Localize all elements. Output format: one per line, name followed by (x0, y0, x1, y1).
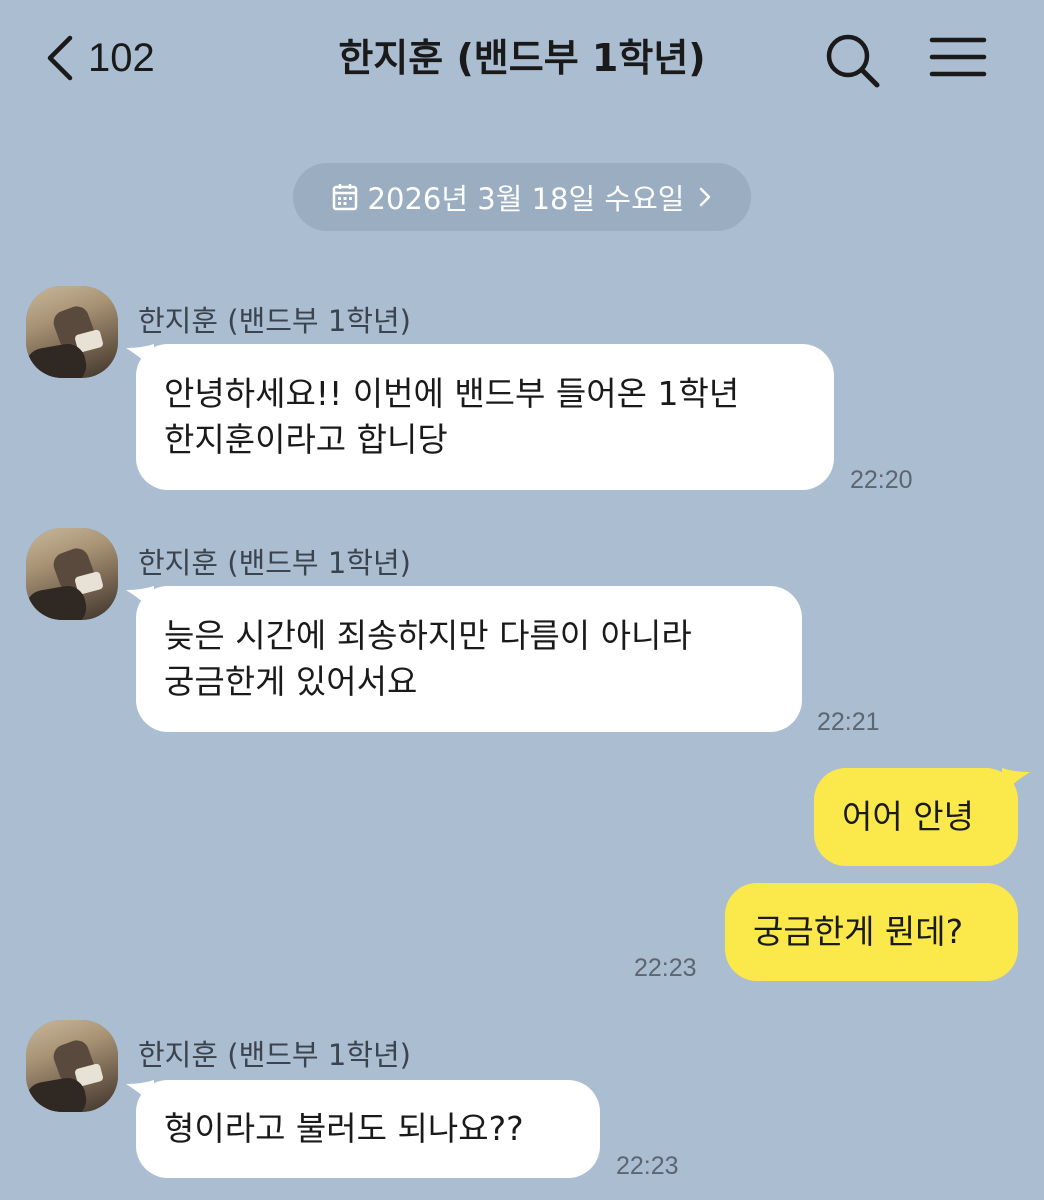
unread-count: 102 (88, 35, 155, 80)
chat-title: 한지훈 (밴드부 1학년) (338, 36, 706, 80)
chevron-right-icon (700, 187, 711, 207)
search-icon (826, 34, 880, 88)
sender-name: 한지훈 (밴드부 1학년) (138, 546, 411, 580)
date-label: 2026년 3월 18일 수요일 (367, 182, 685, 216)
chevron-left-icon (47, 35, 73, 81)
message-line: 한지훈이라고 합니당 (164, 420, 448, 459)
message-bubble-incoming[interactable]: 형이라고 불러도 되나요?? (136, 1080, 600, 1178)
message-line: 형이라고 불러도 되나요?? (164, 1109, 524, 1148)
sender-name: 한지훈 (밴드부 1학년) (138, 304, 411, 338)
avatar[interactable] (26, 1020, 118, 1112)
search-button[interactable] (822, 30, 882, 90)
back-button[interactable]: 102 (40, 30, 155, 86)
message-line: 늦은 시간에 죄송하지만 다름이 아니라 (164, 616, 692, 655)
message-time: 22:21 (817, 708, 880, 736)
date-divider[interactable]: 2026년 3월 18일 수요일 (293, 163, 751, 231)
message-time: 22:23 (616, 1152, 679, 1180)
message-line: 안녕하세요!! 이번에 밴드부 들어온 1학년 (164, 374, 740, 413)
message-line: 어어 안녕 (842, 797, 974, 836)
message-bubble-outgoing[interactable]: 어어 안녕 (814, 768, 1018, 866)
calendar-icon (332, 184, 357, 211)
chat-header: 102 한지훈 (밴드부 1학년) (0, 0, 1044, 120)
message-line: 궁금한게 뭔데? (753, 912, 964, 951)
message-line: 궁금한게 있어서요 (164, 662, 418, 701)
menu-icon (929, 37, 987, 77)
message-bubble-outgoing[interactable]: 궁금한게 뭔데? (725, 883, 1018, 981)
sender-name: 한지훈 (밴드부 1학년) (138, 1038, 411, 1072)
avatar[interactable] (26, 286, 118, 378)
message-time: 22:23 (634, 954, 697, 982)
menu-button[interactable] (928, 30, 988, 90)
message-time: 22:20 (850, 466, 913, 494)
message-bubble-incoming[interactable]: 안녕하세요!! 이번에 밴드부 들어온 1학년 한지훈이라고 합니당 (136, 344, 834, 490)
avatar[interactable] (26, 528, 118, 620)
message-bubble-incoming[interactable]: 늦은 시간에 죄송하지만 다름이 아니라 궁금한게 있어서요 (136, 586, 802, 732)
